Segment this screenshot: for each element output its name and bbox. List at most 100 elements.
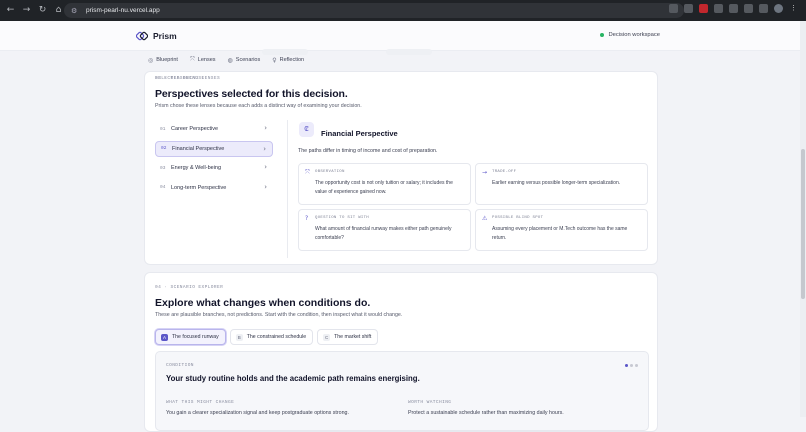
lens-label: Career Perspective xyxy=(171,126,219,132)
tab-number: A xyxy=(161,333,168,341)
lens-item-financial[interactable]: 02 Financial Perspective › xyxy=(155,140,273,157)
nav-label: Blueprint xyxy=(156,57,178,63)
tradeoff-icon: → xyxy=(482,169,488,176)
site-info-icon[interactable]: ⚙ xyxy=(71,6,81,16)
card-text: The opportunity cost is not only tuition… xyxy=(315,180,453,195)
tab-constrained-schedule[interactable]: B The constrained schedule xyxy=(229,329,314,345)
tab-focused-runway[interactable]: A The focused runway xyxy=(155,329,226,345)
lens-item-energy[interactable]: 03 Energy & Well-being › xyxy=(155,160,273,176)
app-header: Prism Decision workspace xyxy=(0,21,800,55)
condition-title: Your study routine holds and the academi… xyxy=(166,374,420,383)
media-icon[interactable] xyxy=(729,4,738,13)
sidepanel-icon[interactable] xyxy=(759,4,768,13)
nav-lenses[interactable]: ⤧ Lenses xyxy=(190,56,216,64)
observation-icon: ⤧ xyxy=(305,169,310,176)
card-label: POSSIBLE BLIND SPOT xyxy=(492,216,544,220)
lens-item-longterm[interactable]: 04 Long-term Perspective › xyxy=(155,180,273,196)
workspace-status: Decision workspace xyxy=(600,32,660,38)
tab-label: The constrained schedule xyxy=(246,334,307,340)
section-eyebrow: 04 · SCENARIO EXPLORER xyxy=(155,285,224,290)
address-bar[interactable]: ⚙ prism-pearl-nu.vercel.app xyxy=(64,3,684,18)
tab-number: C xyxy=(323,333,331,341)
condition-eyebrow: CONDITION xyxy=(166,363,194,368)
page-scrollbar[interactable] xyxy=(800,21,806,417)
change-text: You gain a clearer specialization signal… xyxy=(166,410,349,416)
watch-label: WORTH WATCHING xyxy=(408,400,452,405)
workspace-label: Decision workspace xyxy=(608,32,660,38)
condition-pager[interactable] xyxy=(625,364,638,367)
nav-label: Reflection xyxy=(279,57,305,63)
tab-number: B xyxy=(235,333,243,341)
lens-number: 03 xyxy=(160,165,166,171)
status-dot xyxy=(600,33,605,37)
card-label: TRADE-OFF xyxy=(492,170,517,174)
chevron-right-icon: › xyxy=(264,182,267,191)
condition-panel: CONDITION Your study routine holds and t… xyxy=(155,351,649,431)
blind-spot-card: ⚠ POSSIBLE BLIND SPOT Assuming every pla… xyxy=(475,209,648,251)
nav-reflection[interactable]: ♀ Reflection xyxy=(272,57,304,64)
question-card: ? QUESTION TO SIT WITH What amount of fi… xyxy=(298,209,471,251)
card-text: Assuming every placement or M.Tech outco… xyxy=(492,226,628,241)
tradeoff-card: → TRADE-OFF Earlier earning versus possi… xyxy=(475,163,648,205)
home-icon[interactable]: ⌂ xyxy=(53,5,64,16)
tab-market-shift[interactable]: C The market shift xyxy=(317,329,379,345)
pager-dot[interactable] xyxy=(625,364,628,367)
chevron-right-icon: › xyxy=(263,144,266,153)
chevron-right-icon: › xyxy=(264,163,267,171)
profile-avatar[interactable] xyxy=(774,4,783,13)
chevron-right-icon: › xyxy=(264,124,267,132)
screen-share-icon[interactable] xyxy=(669,4,678,13)
card-label: OBSERVATION xyxy=(315,170,345,174)
nav-label: Lenses xyxy=(197,57,216,63)
menu-icon[interactable]: ⋮ xyxy=(789,4,798,13)
section-subtitle: Prism chose these lenses because each ad… xyxy=(155,103,362,109)
question-icon: ? xyxy=(305,215,309,222)
nav-blueprint[interactable]: ◎ Blueprint xyxy=(148,57,178,64)
card-label: QUESTION TO SIT WITH xyxy=(315,216,370,220)
brand-name[interactable]: Prism xyxy=(153,31,177,41)
lenses-icon: ⤧ xyxy=(189,56,195,63)
detail-title: Financial Perspective xyxy=(321,129,398,138)
nav-scenarios[interactable]: ◍ Scenarios xyxy=(228,57,261,64)
lens-number: 02 xyxy=(161,146,167,151)
scrollbar-thumb[interactable] xyxy=(801,149,805,299)
browser-toolbar: ← → ↻ ⌂ ⚙ prism-pearl-nu.vercel.app ⋮ xyxy=(0,0,806,21)
url-text[interactable]: prism-pearl-nu.vercel.app xyxy=(86,7,160,14)
observation-card: ⤧ OBSERVATION The opportunity cost is no… xyxy=(298,163,471,205)
reasoning-lenses-card: 03 · REASONING LENSES Perspectives selec… xyxy=(144,71,658,265)
card-text: Earlier earning versus possible longer-t… xyxy=(492,180,621,186)
card-text: What amount of financial runway makes ei… xyxy=(315,226,452,241)
change-label: WHAT THIS MIGHT CHANGE xyxy=(166,400,235,405)
prism-logo-icon xyxy=(136,31,148,41)
puzzle-icon[interactable] xyxy=(714,4,723,13)
lens-label: Financial Perspective xyxy=(172,145,225,152)
lens-label: Long-term Perspective xyxy=(171,184,227,191)
watch-text: Protect a sustainable schedule rather th… xyxy=(408,410,564,416)
forward-icon[interactable]: → xyxy=(21,5,32,16)
reload-icon[interactable]: ↻ xyxy=(37,5,48,16)
lens-list: 01 Career Perspective › 02 Financial Perspe… xyxy=(155,121,273,199)
section-nav: ◎ Blueprint ⤧ Lenses ◍ Scenarios ♀ Reflectio… xyxy=(0,52,800,68)
reflection-icon: ♀ xyxy=(272,56,277,64)
extensions-area: ⋮ xyxy=(669,4,798,13)
lens-label: Energy & Well-being xyxy=(171,165,222,171)
translate-icon[interactable] xyxy=(744,4,753,13)
blueprint-icon: ◎ xyxy=(148,56,154,64)
detail-description: The paths differ in timing of income and… xyxy=(298,148,438,154)
pager-dot[interactable] xyxy=(630,364,633,367)
lens-number: 01 xyxy=(160,126,166,132)
star-icon[interactable] xyxy=(684,4,693,13)
section-title: Perspectives selected for this decision. xyxy=(155,88,348,100)
tab-label: The market shift xyxy=(334,334,372,340)
scenario-explorer-card: 04 · SCENARIO EXPLORER Explore what chan… xyxy=(144,272,658,432)
scenarios-icon: ◍ xyxy=(227,56,233,64)
back-icon[interactable]: ← xyxy=(5,5,16,16)
tab-label: The focused runway xyxy=(172,334,219,340)
financial-lens-icon: ₢ xyxy=(299,122,314,137)
nav-label: Scenarios xyxy=(235,57,261,63)
extension-icon[interactable] xyxy=(699,4,708,13)
lens-item-career[interactable]: 01 Career Perspective › xyxy=(155,121,273,137)
lens-number: 04 xyxy=(160,185,166,190)
divider xyxy=(287,120,288,258)
pager-dot[interactable] xyxy=(635,364,638,367)
